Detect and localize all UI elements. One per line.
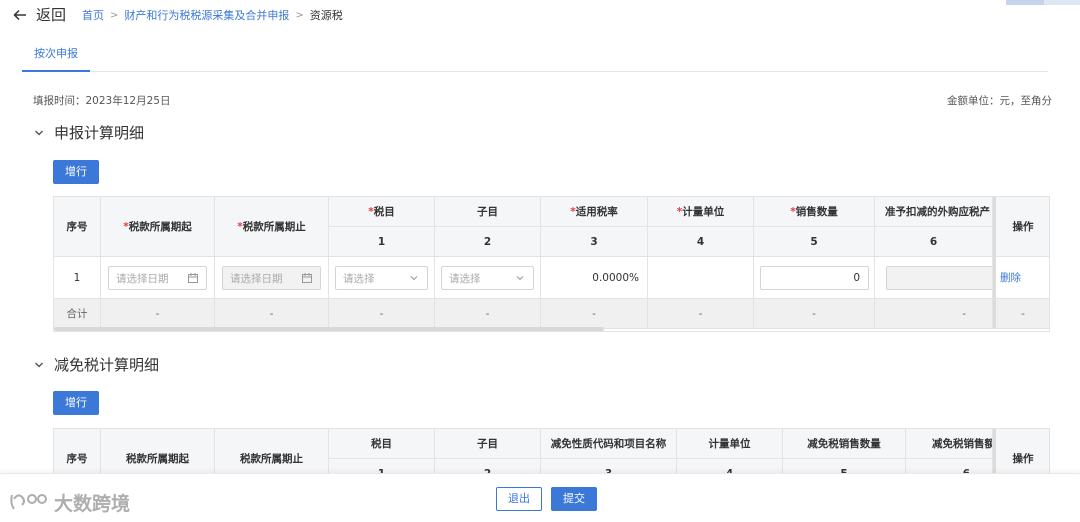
- date-placeholder: 请选择日期: [230, 272, 283, 285]
- total-cell: -: [648, 299, 754, 329]
- top-bar: 返回 首页 > 财产和行为税税源采集及合并申报 > 资源税: [0, 0, 1080, 30]
- chevron-down-icon: [516, 276, 524, 281]
- section-declaration-detail[interactable]: 申报计算明细: [34, 122, 144, 143]
- col-number: 4: [648, 227, 754, 257]
- row-start-cell: 请选择日期: [101, 257, 215, 299]
- row-item-cell: 请选择: [329, 257, 435, 299]
- header-qty-label: 销售数量: [795, 206, 838, 218]
- col-number: 1: [329, 227, 435, 257]
- total-cell: -: [993, 299, 1049, 329]
- total-label: 合计: [54, 299, 101, 329]
- chevron-down-icon: [410, 276, 418, 281]
- date-placeholder: 请选择日期: [116, 272, 169, 285]
- section-exemption-detail[interactable]: 减免税计算明细: [34, 354, 159, 375]
- row-deduct-cell: [875, 257, 993, 299]
- tab-bar: 按次申报: [22, 42, 1048, 72]
- row-seq: 1: [54, 257, 101, 299]
- chevron-right-icon: >: [295, 9, 304, 21]
- exit-button[interactable]: 退出: [496, 487, 542, 511]
- col-number: 3: [541, 227, 648, 257]
- header-item: * 税目: [329, 197, 435, 227]
- header-unit-label: 计量单位: [682, 206, 725, 218]
- header-qty: * 销售数量: [754, 197, 875, 227]
- header-code: 减免性质代码和项目名称: [541, 429, 677, 459]
- header-start-label: 税款所属期起: [128, 221, 192, 233]
- back-button[interactable]: 返回: [12, 4, 66, 25]
- calendar-icon: [188, 273, 198, 283]
- deduct-input: [886, 266, 992, 290]
- header-deduct: 准予扣减的外购应税产: [875, 197, 993, 227]
- header-seq: 序号: [54, 197, 101, 257]
- header-start: * 税款所属期起: [101, 197, 215, 257]
- corner-decoration: [1006, 0, 1080, 5]
- footer-bar: 大数跨境 退出 提交: [0, 473, 1080, 522]
- total-cell: -: [329, 299, 435, 329]
- header-unit: * 计量单位: [648, 197, 754, 227]
- logo-icon: [10, 493, 47, 510]
- total-cell: -: [754, 299, 875, 329]
- horizontal-scrollbar[interactable]: [54, 327, 604, 331]
- header-op: 操作: [993, 197, 1049, 257]
- total-cell: -: [215, 299, 329, 329]
- header-rate-label: 适用税率: [575, 206, 618, 218]
- breadcrumb-current: 资源税: [309, 9, 343, 22]
- tab-per-declaration[interactable]: 按次申报: [22, 42, 90, 72]
- header-unit: 计量单位: [677, 429, 783, 459]
- arrow-left-icon: [13, 9, 26, 20]
- breadcrumb: 首页 > 财产和行为税税源采集及合并申报 > 资源税: [82, 7, 343, 23]
- total-cell: -: [435, 299, 541, 329]
- chevron-right-icon: >: [110, 9, 119, 21]
- fill-time: 填报时间：2023年12月25日: [33, 95, 171, 107]
- header-rate: * 适用税率: [541, 197, 648, 227]
- chevron-down-icon: [35, 130, 43, 135]
- declaration-table: 序号 * 税款所属期起 * 税款所属期止 * 税目 子目 * 适用税率 * 计量单位 * 销…: [53, 196, 1050, 332]
- header-subitem: 子目: [435, 197, 541, 227]
- row-unit: [648, 257, 754, 299]
- row-rate: 0.0000%: [541, 257, 648, 299]
- row-end-cell: 请选择日期: [215, 257, 329, 299]
- header-end-label: 税款所属期止: [242, 221, 306, 233]
- col-number: 2: [435, 227, 541, 257]
- section-title: 减免税计算明细: [54, 356, 160, 374]
- total-cell: -: [541, 299, 648, 329]
- watermark-logo: 大数跨境: [8, 489, 130, 516]
- select-placeholder: 请选择: [449, 272, 481, 285]
- add-row-button[interactable]: 增行: [53, 160, 99, 184]
- select-placeholder: 请选择: [343, 272, 375, 285]
- end-date-picker: 请选择日期: [222, 266, 321, 290]
- qty-input[interactable]: 0: [760, 266, 869, 290]
- calendar-icon: [302, 273, 312, 283]
- add-row-button[interactable]: 增行: [53, 391, 99, 415]
- row-qty-cell: 0: [754, 257, 875, 299]
- header-end: * 税款所属期止: [215, 197, 329, 257]
- amount-unit: 金额单位：元，至角分: [947, 95, 1052, 107]
- header-item: 税目: [329, 429, 435, 459]
- total-cell: -: [101, 299, 215, 329]
- watermark-text: 大数跨境: [54, 493, 131, 515]
- subitem-select[interactable]: 请选择: [441, 266, 534, 290]
- start-date-picker[interactable]: 请选择日期: [108, 266, 207, 290]
- delete-link[interactable]: 删除: [1000, 270, 1021, 285]
- breadcrumb-home[interactable]: 首页: [82, 7, 104, 23]
- header-subitem: 子目: [435, 429, 541, 459]
- row-subitem-cell: 请选择: [435, 257, 541, 299]
- col-number: 5: [754, 227, 875, 257]
- section-title: 申报计算明细: [54, 124, 145, 142]
- chevron-down-icon: [35, 362, 43, 367]
- row-op-cell: 删除: [993, 257, 1049, 299]
- breadcrumb-collection[interactable]: 财产和行为税税源采集及合并申报: [124, 7, 289, 23]
- back-label: 返回: [36, 6, 67, 24]
- submit-button[interactable]: 提交: [551, 487, 597, 511]
- header-item-label: 税目: [373, 206, 395, 218]
- header-amount: 减免税销售额: [906, 429, 993, 459]
- header-qty: 减免税销售数量: [783, 429, 906, 459]
- total-cell: -: [875, 299, 993, 329]
- col-number: 6: [875, 227, 993, 257]
- item-select[interactable]: 请选择: [335, 266, 428, 290]
